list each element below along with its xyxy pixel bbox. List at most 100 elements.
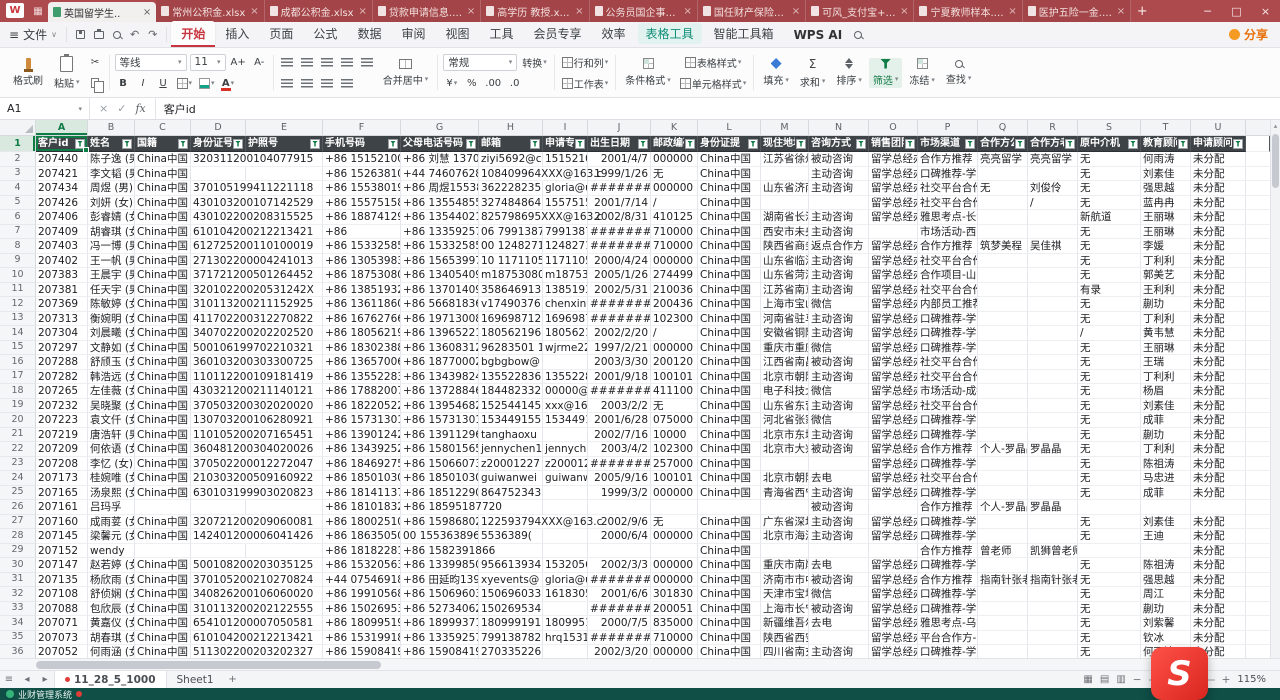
cell[interactable]: 207165 [36,486,88,501]
cell[interactable] [543,544,588,559]
cell[interactable]: 150269534 [479,602,543,617]
cell[interactable]: +86 周煜155380 [401,181,479,196]
cell[interactable]: 留学总经办 [869,355,918,370]
cell[interactable]: 10000 [651,428,698,443]
cell[interactable]: 留学总经办 [869,631,918,646]
cell[interactable]: 桂婉唯 (女 [88,471,135,486]
cell[interactable]: wendy [88,544,135,559]
cell[interactable]: +86 15332585 [323,239,401,254]
cell[interactable]: 口碑推荐-学员 [918,326,978,341]
header-cell[interactable]: 市场渠道 [918,136,978,152]
header-cell[interactable]: 合作方公 [978,136,1028,152]
cell[interactable] [978,486,1028,501]
cell[interactable]: 无 [1078,616,1141,631]
percent-button[interactable]: % [463,75,480,92]
cell[interactable]: 未分配 [1191,558,1246,573]
cell[interactable]: 主动咨询 [809,167,869,182]
cell[interactable]: 微信 [809,413,869,428]
cell[interactable]: 710000 [651,225,698,240]
wps-ai-button[interactable]: WPS AI [794,28,843,42]
cell[interactable]: China中国 [135,645,191,658]
file-tab[interactable]: 医护五险一金.xlsx× [1023,0,1131,22]
cell[interactable]: China中国 [135,196,191,211]
ribbon-tab[interactable]: 开始 [171,21,215,47]
cell[interactable]: 曾老师 [978,544,1028,559]
cell[interactable]: +86 1391129694 [401,428,479,443]
cell[interactable]: 蒯玏 [1141,602,1191,617]
cell[interactable]: 799138782 [479,631,543,646]
cell[interactable]: 2001/6/28 [588,413,651,428]
scroll-up-icon[interactable]: ▴ [1271,120,1280,132]
cell[interactable] [1028,370,1078,385]
column-header[interactable]: P [918,120,978,135]
vertical-scrollbar[interactable]: ▴ [1270,120,1280,658]
cell[interactable]: +86 1573130169 [401,413,479,428]
cut-button[interactable]: ✂ [87,54,104,71]
cell[interactable]: 360103200303300725 [191,355,246,370]
header-cell[interactable]: 客户id [36,136,88,152]
cell[interactable]: 320311200104077915 [191,152,246,167]
cell[interactable]: xxx@163.c( [543,399,588,414]
cell[interactable]: +86 15026953 [323,602,401,617]
horizontal-scrollbar[interactable] [0,658,1280,670]
column-header[interactable]: L [698,120,761,135]
borders-button[interactable]: ▾ [175,75,195,92]
cell[interactable]: 留学总经办 [869,326,918,341]
sheet-tab[interactable]: 11_28_5_1000 [54,671,167,688]
row-header[interactable]: 3 [0,167,36,182]
cell[interactable]: 无 [1078,471,1141,486]
cell[interactable]: +86 17882007 [323,384,401,399]
cell[interactable] [978,283,1028,298]
close-icon[interactable]: × [467,6,475,17]
cell[interactable]: 257000 [651,457,698,472]
cell[interactable]: China中国 [698,297,761,312]
cell[interactable]: ######## [588,384,651,399]
cell[interactable]: 无 [978,181,1028,196]
cell[interactable]: 上海市宝山 [761,297,809,312]
cell[interactable]: 207160 [36,515,88,530]
column-header[interactable]: K [651,120,698,135]
cell[interactable]: 蒯玏 [1141,297,1191,312]
cell[interactable] [543,486,588,501]
cell[interactable]: 无 [1078,457,1141,472]
cell[interactable]: China中国 [698,355,761,370]
cell[interactable]: 无 [1078,225,1141,240]
cell[interactable]: 重庆市重庆 [761,341,809,356]
column-header[interactable]: C [135,120,191,135]
header-cell[interactable]: 合作方老 [1028,136,1078,152]
cell[interactable]: China中国 [135,167,191,182]
cell[interactable]: China中国 [135,602,191,617]
cell[interactable]: 430103200107142529 [191,196,246,211]
cell[interactable]: +86 18302388 [323,341,401,356]
cell[interactable]: +86 18501030 [323,471,401,486]
cell[interactable]: 00 1553638969 [401,529,479,544]
cell[interactable] [978,326,1028,341]
wrap-text-button[interactable] [339,75,356,92]
cell[interactable]: 主动咨询 [809,254,869,269]
cell[interactable]: China中国 [698,457,761,472]
cell[interactable]: 杨欣雨 (女 [88,573,135,588]
cell[interactable]: +44 7460762888 [401,167,479,182]
cell[interactable]: China中国 [698,573,761,588]
column-header[interactable]: I [543,120,588,135]
cell[interactable]: +86 18595187720 [401,500,479,515]
row-header[interactable]: 4 [0,181,36,196]
cell[interactable]: / [1078,326,1141,341]
cell[interactable]: gloria@uk [543,573,588,588]
sum-button[interactable]: Σ 求和▾ [796,56,830,90]
cell[interactable]: +86 18635050 [323,529,401,544]
cell[interactable]: 无 [1078,442,1141,457]
fill-button[interactable]: 填充▾ [759,57,793,88]
cell[interactable]: 无 [1078,167,1141,182]
cell[interactable]: 留学总经办 [869,558,918,573]
filter-button[interactable] [965,139,975,149]
cell[interactable] [1028,399,1078,414]
cell[interactable]: 主动咨询 [809,283,869,298]
shrink-font-button[interactable]: A- [251,54,268,71]
cell[interactable]: 江苏省南京 [761,283,809,298]
number-format-select[interactable]: 常规▾ [443,54,517,71]
cell[interactable]: 未分配 [1191,602,1246,617]
cell[interactable]: 未分配 [1191,544,1246,559]
row-header[interactable]: 21 [0,428,36,443]
cell[interactable]: chenxinyur [543,297,588,312]
